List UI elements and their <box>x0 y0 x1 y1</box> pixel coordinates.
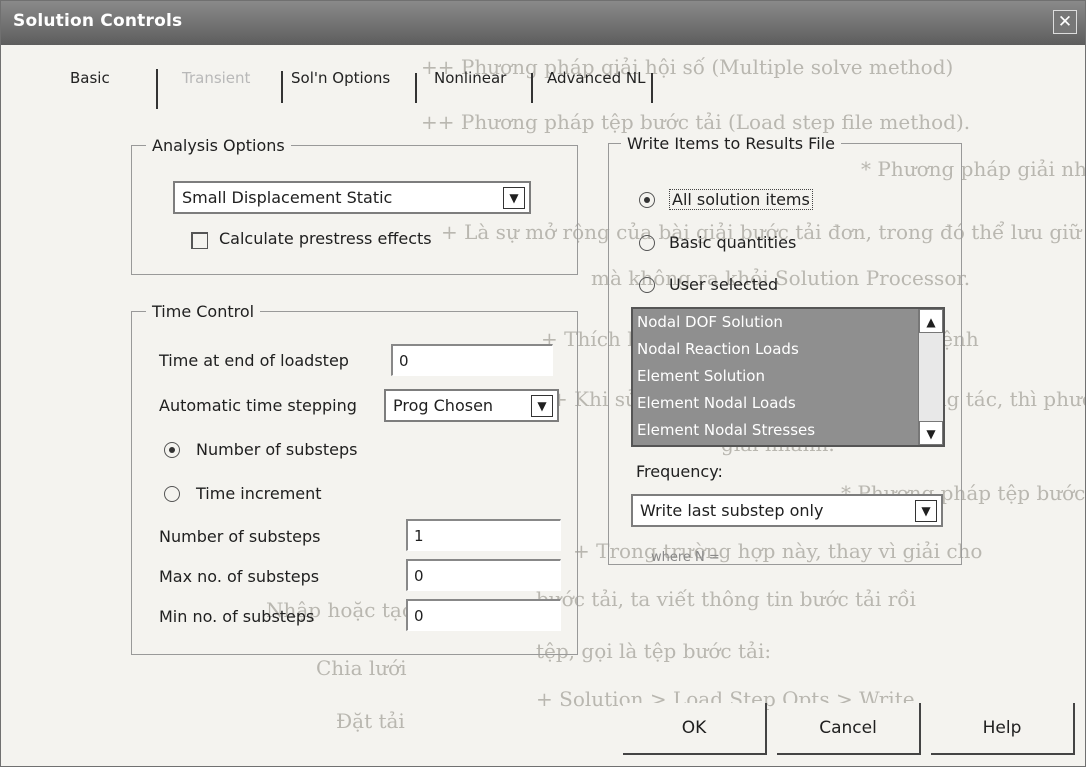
max-substeps-input[interactable]: 0 <box>406 559 561 591</box>
all-items-label: All solution items <box>669 189 813 210</box>
tab-advanced-nl[interactable]: Advanced NL <box>547 69 645 109</box>
basic-quantities-label: Basic quantities <box>669 233 797 252</box>
tab-transient[interactable]: Transient <box>182 69 250 109</box>
list-item[interactable]: Nodal Reaction Loads <box>633 336 943 363</box>
tab-nonlinear[interactable]: Nonlinear <box>434 69 506 109</box>
basic-quantities-radio[interactable] <box>639 235 655 251</box>
tab-divider <box>281 71 283 103</box>
write-items-legend: Write Items to Results File <box>621 134 841 153</box>
substeps-radio-label: Number of substeps <box>196 440 358 459</box>
user-selected-label: User selected <box>669 275 779 294</box>
max-substeps-label: Max no. of substeps <box>159 567 320 586</box>
min-substeps-input[interactable]: 0 <box>406 599 561 631</box>
background-text-line: ++ Phương pháp tệp bước tải (Load step f… <box>421 110 971 134</box>
where-n-label: where N = <box>651 550 720 565</box>
frequency-label: Frequency: <box>636 462 723 481</box>
list-item[interactable]: Nodal DOF Solution <box>633 309 943 336</box>
listbox-scrollbar[interactable]: ▲ ▼ <box>918 309 943 445</box>
tab-divider <box>531 73 533 103</box>
time-control-legend: Time Control <box>146 302 261 321</box>
end-time-input[interactable]: 0 <box>391 344 553 376</box>
all-items-radio[interactable] <box>639 192 655 208</box>
help-button[interactable]: Help <box>931 703 1075 755</box>
close-icon[interactable]: ✕ <box>1053 10 1077 34</box>
frequency-value: Write last substep only <box>640 501 824 520</box>
substeps-radio[interactable] <box>164 442 180 458</box>
tab-divider <box>156 69 158 109</box>
end-time-label: Time at end of loadstep <box>159 351 349 370</box>
tab-soln-options[interactable]: Sol'n Options <box>291 69 390 109</box>
scroll-up-icon[interactable]: ▲ <box>919 309 943 333</box>
auto-time-stepping-select[interactable]: Prog Chosen ▼ <box>384 389 559 422</box>
analysis-type-value: Small Displacement Static <box>182 188 393 207</box>
user-selected-radio[interactable] <box>639 277 655 293</box>
auto-time-stepping-value: Prog Chosen <box>393 396 494 415</box>
solution-controls-dialog: ++ Phương pháp giải hội số (Multiple sol… <box>0 0 1086 767</box>
analysis-type-select[interactable]: Small Displacement Static ▼ <box>173 181 531 214</box>
scroll-down-icon[interactable]: ▼ <box>919 421 943 445</box>
title-bar[interactable]: Solution Controls ✕ <box>1 1 1085 45</box>
chevron-down-icon[interactable]: ▼ <box>915 500 937 522</box>
tab-divider <box>651 73 653 103</box>
background-text-line: Đặt tải <box>336 709 405 733</box>
chevron-down-icon[interactable]: ▼ <box>531 395 553 417</box>
background-text-line: bước tải, ta viết thông tin bước tải rồi <box>536 587 916 611</box>
analysis-options-legend: Analysis Options <box>146 136 291 155</box>
tab-basic[interactable]: Basic <box>70 69 110 109</box>
background-text-line: Chia lưới <box>316 656 407 680</box>
prestress-checkbox[interactable] <box>191 232 208 249</box>
chevron-down-icon[interactable]: ▼ <box>503 187 525 209</box>
list-item[interactable]: Element Nodal Stresses <box>633 417 943 444</box>
tab-divider <box>415 73 417 103</box>
prestress-label: Calculate prestress effects <box>219 229 432 248</box>
ok-button[interactable]: OK <box>623 703 767 755</box>
num-substeps-input[interactable]: 1 <box>406 519 561 551</box>
list-item[interactable]: Element Nodal Loads <box>633 390 943 417</box>
auto-time-stepping-label: Automatic time stepping <box>159 396 357 415</box>
dialog-title: Solution Controls <box>13 11 183 31</box>
num-substeps-label: Number of substeps <box>159 527 321 546</box>
time-increment-radio[interactable] <box>164 486 180 502</box>
list-item[interactable]: Element Solution <box>633 363 943 390</box>
frequency-select[interactable]: Write last substep only ▼ <box>631 494 943 527</box>
min-substeps-label: Min no. of substeps <box>159 607 315 626</box>
result-items-listbox[interactable]: Nodal DOF Solution Nodal Reaction Loads … <box>631 307 945 447</box>
cancel-button[interactable]: Cancel <box>777 703 921 755</box>
time-increment-radio-label: Time increment <box>196 484 322 503</box>
